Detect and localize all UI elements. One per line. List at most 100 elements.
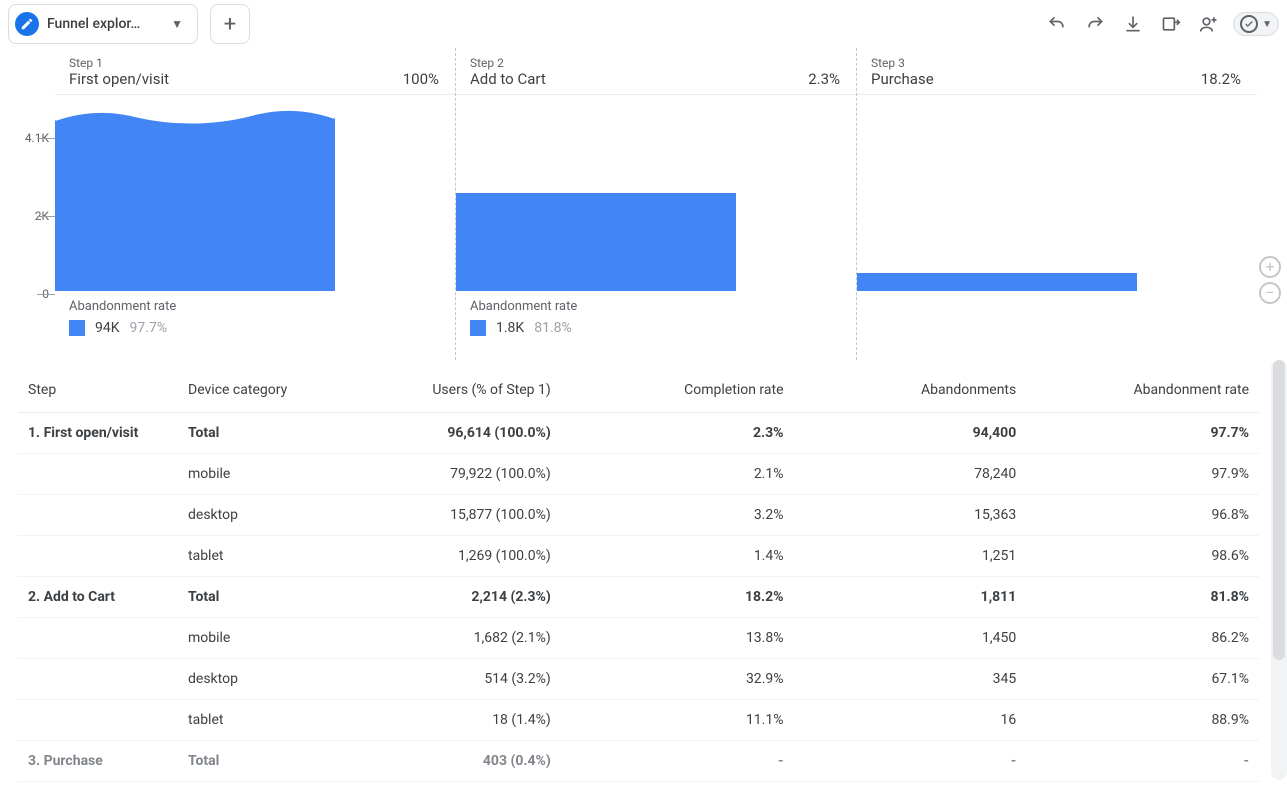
step-name: Purchase (871, 70, 934, 88)
cell-abandonments: 94,400 (794, 413, 1027, 454)
cell-device: tablet (178, 536, 328, 577)
col-users[interactable]: Users (% of Step 1) (328, 368, 561, 413)
cell-step (18, 454, 178, 495)
cell-step (18, 495, 178, 536)
chevron-down-icon: ▼ (171, 17, 183, 31)
cell-completion: 11.1% (561, 700, 794, 741)
table-row[interactable]: 1. First open/visitTotal96,614 (100.0%)2… (18, 413, 1259, 454)
col-completion-rate[interactable]: Completion rate (561, 368, 794, 413)
step-number: Step 3 (871, 56, 934, 70)
cell-abandonments: 78,240 (794, 454, 1027, 495)
col-abandonments[interactable]: Abandonments (794, 368, 1027, 413)
step-completion-pct: 100% (403, 70, 439, 88)
cell-completion: 13.8% (561, 618, 794, 659)
cell-abandonments: 345 (794, 659, 1027, 700)
cell-device: Total (178, 413, 328, 454)
cell-step (18, 700, 178, 741)
zoom-out-button[interactable]: − (1259, 282, 1281, 304)
table-header-row: Step Device category Users (% of Step 1)… (18, 368, 1259, 413)
cell-rate: 86.2% (1026, 618, 1259, 659)
cell-abandonments: 1,811 (794, 577, 1027, 618)
funnel-table: Step Device category Users (% of Step 1)… (0, 360, 1287, 782)
cell-users: 15,877 (100.0%) (328, 495, 561, 536)
table-row[interactable]: desktop15,877 (100.0%)3.2%15,36396.8% (18, 495, 1259, 536)
cell-device: mobile (178, 454, 328, 495)
cell-step (18, 618, 178, 659)
chevron-down-icon: ▼ (1262, 19, 1272, 30)
funnel-step-1[interactable]: Step 1 First open/visit 100% Abandonment… (55, 48, 455, 360)
cell-users: 18 (1.4%) (328, 700, 561, 741)
redo-button[interactable] (1081, 10, 1109, 38)
table-row[interactable]: mobile1,682 (2.1%)13.8%1,45086.2% (18, 618, 1259, 659)
table-row[interactable]: tablet18 (1.4%)11.1%1688.9% (18, 700, 1259, 741)
cell-users: 79,922 (100.0%) (328, 454, 561, 495)
table-row[interactable]: 2. Add to CartTotal2,214 (2.3%)18.2%1,81… (18, 577, 1259, 618)
status-indicator[interactable]: ▼ (1233, 12, 1279, 36)
funnel-bar (55, 95, 335, 291)
report-tab[interactable]: Funnel explor… ▼ (8, 4, 198, 44)
cell-rate: 88.9% (1026, 700, 1259, 741)
cell-completion: 3.2% (561, 495, 794, 536)
table-row[interactable]: 3. PurchaseTotal403 (0.4%)--- (18, 741, 1259, 782)
series-swatch (470, 320, 486, 336)
step-name: Add to Cart (470, 70, 546, 88)
cell-completion: 2.3% (561, 413, 794, 454)
col-abandonment-rate[interactable]: Abandonment rate (1026, 368, 1259, 413)
scrollbar[interactable] (1271, 360, 1287, 780)
export-button[interactable] (1157, 10, 1185, 38)
cell-rate: 97.9% (1026, 454, 1259, 495)
cell-abandonments: 1,251 (794, 536, 1027, 577)
funnel-bar (456, 95, 736, 291)
cell-abandonments: 1,450 (794, 618, 1027, 659)
abandonment-pct: 81.8% (534, 320, 572, 336)
abandonment-label: Abandonment rate (69, 299, 455, 314)
cell-step: 2. Add to Cart (18, 577, 178, 618)
cell-step (18, 536, 178, 577)
cell-completion: 1.4% (561, 536, 794, 577)
col-device-category[interactable]: Device category (178, 368, 328, 413)
top-toolbar: Funnel explor… ▼ + ▼ (0, 0, 1287, 48)
share-button[interactable] (1195, 10, 1223, 38)
cell-completion: 2.1% (561, 454, 794, 495)
cell-device: Total (178, 741, 328, 782)
step-completion-pct: 2.3% (808, 70, 840, 88)
zoom-in-button[interactable]: + (1259, 256, 1281, 278)
col-step[interactable]: Step (18, 368, 178, 413)
table-row[interactable]: tablet1,269 (100.0%)1.4%1,25198.6% (18, 536, 1259, 577)
download-button[interactable] (1119, 10, 1147, 38)
zoom-controls: + − (1259, 256, 1281, 304)
top-actions: ▼ (1043, 10, 1279, 38)
cell-device: tablet (178, 700, 328, 741)
cell-users: 96,614 (100.0%) (328, 413, 561, 454)
step-number: Step 2 (470, 56, 546, 70)
cell-abandonments: 15,363 (794, 495, 1027, 536)
step-number: Step 1 (69, 56, 169, 70)
cell-users: 514 (3.2%) (328, 659, 561, 700)
cell-users: 1,682 (2.1%) (328, 618, 561, 659)
pencil-icon (15, 12, 39, 36)
y-axis: 4.1K 2K 0 (0, 48, 55, 360)
table-row[interactable]: desktop514 (3.2%)32.9%34567.1% (18, 659, 1259, 700)
cell-rate: 67.1% (1026, 659, 1259, 700)
add-tab-button[interactable]: + (210, 4, 250, 44)
cell-device: Total (178, 577, 328, 618)
cell-users: 2,214 (2.3%) (328, 577, 561, 618)
cell-step: 3. Purchase (18, 741, 178, 782)
cell-rate: 97.7% (1026, 413, 1259, 454)
funnel-step-2[interactable]: Step 2 Add to Cart 2.3% Abandonment rate… (455, 48, 856, 360)
tab-title: Funnel explor… (47, 16, 163, 32)
funnel-bar (857, 95, 1137, 291)
funnel-step-3[interactable]: Step 3 Purchase 18.2% (856, 48, 1257, 360)
cell-abandonments: - (794, 741, 1027, 782)
undo-button[interactable] (1043, 10, 1071, 38)
cell-users: 1,269 (100.0%) (328, 536, 561, 577)
cell-device: desktop (178, 495, 328, 536)
abandonment-label: Abandonment rate (470, 299, 856, 314)
abandonment-pct: 97.7% (130, 320, 168, 336)
table-row[interactable]: mobile79,922 (100.0%)2.1%78,24097.9% (18, 454, 1259, 495)
cell-step (18, 659, 178, 700)
series-swatch (69, 320, 85, 336)
cell-completion: 18.2% (561, 577, 794, 618)
cell-rate: - (1026, 741, 1259, 782)
cell-users: 403 (0.4%) (328, 741, 561, 782)
